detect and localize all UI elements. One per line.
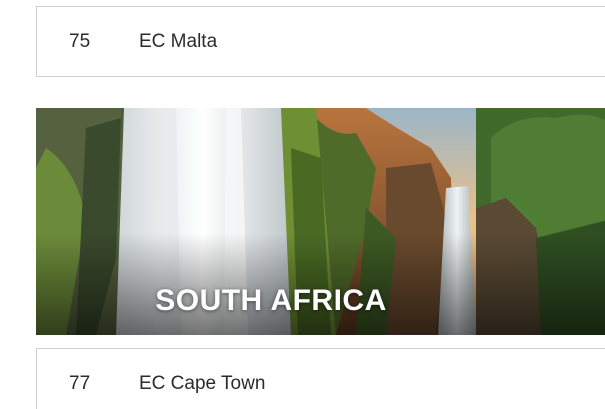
list-item-label: EC Cape Town bbox=[139, 372, 266, 394]
list-item-number: 77 bbox=[69, 372, 91, 394]
banner-title: SOUTH AFRICA bbox=[155, 284, 387, 317]
list-item-ec-malta[interactable]: 75 EC Malta bbox=[36, 6, 605, 77]
list-item-number: 75 bbox=[69, 30, 91, 52]
country-banner-south-africa[interactable]: SOUTH AFRICA bbox=[36, 108, 605, 335]
list-item-ec-cape-town[interactable]: 77 EC Cape Town bbox=[36, 348, 605, 409]
destinations-list: 75 EC Malta SOUTH AFRICA 77 EC Cape Town bbox=[0, 0, 605, 409]
list-item-label: EC Malta bbox=[139, 30, 218, 52]
